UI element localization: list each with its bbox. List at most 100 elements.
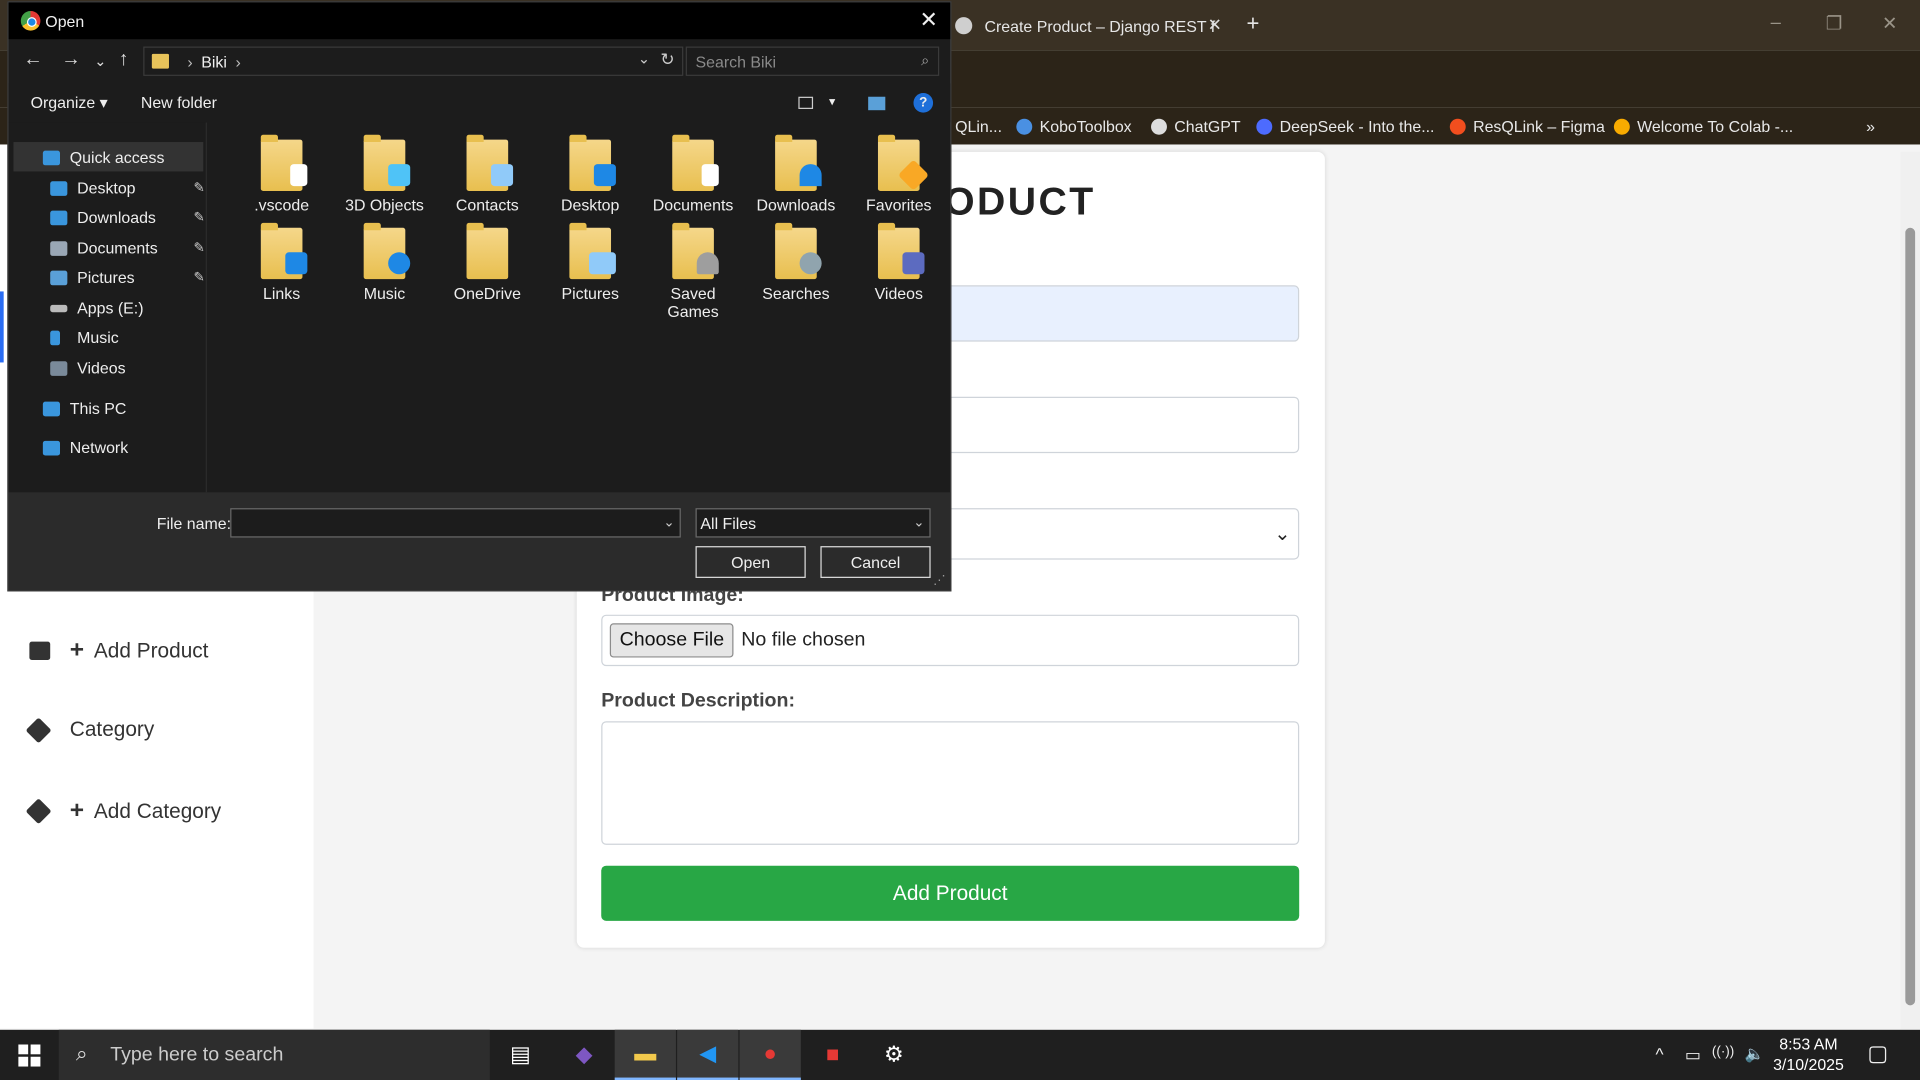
nav-videos[interactable]: Videos (50, 359, 126, 377)
pin-icon[interactable]: ✎ (193, 269, 204, 286)
refresh-icon[interactable]: ↻ (660, 49, 674, 70)
chevron-down-icon[interactable]: ⌄ (663, 514, 674, 531)
cancel-button[interactable]: Cancel (820, 546, 931, 578)
folder-item-documents[interactable]: Documents (645, 134, 741, 214)
open-button[interactable]: Open (695, 546, 806, 578)
nav-this-pc[interactable]: This PC (42, 399, 126, 418)
pin-icon[interactable]: ✎ (193, 180, 204, 196)
new-tab-button[interactable]: + (1247, 11, 1260, 37)
settings-icon[interactable]: ⚙ (863, 1030, 924, 1080)
folder-item-searches[interactable]: Searches (748, 222, 844, 302)
folder-icon (260, 134, 308, 192)
tray-overflow-icon[interactable]: ^ (1656, 1044, 1664, 1064)
tab-close-icon[interactable]: ✕ (1208, 15, 1222, 36)
minimize-button[interactable]: – (1771, 12, 1781, 33)
file-input[interactable]: Choose File No file chosen (601, 614, 1300, 667)
dialog-close-button[interactable]: ✕ (919, 7, 937, 33)
folder-item-3d-objects[interactable]: 3D Objects (337, 134, 433, 214)
taskbar-search-input[interactable]: ⌕ Type here to search (58, 1029, 490, 1080)
file-name-input[interactable]: ⌄ (230, 508, 681, 538)
bookmark-item[interactable]: Welcome To Colab -... (1613, 118, 1793, 136)
folder-item-links[interactable]: Links (234, 222, 330, 302)
taskbar-search-placeholder: Type here to search (110, 1043, 284, 1065)
nav-apps-drive[interactable]: Apps (E:) (50, 299, 143, 317)
chevron-down-icon[interactable]: ⌄ (638, 50, 650, 67)
file-explorer-icon[interactable]: ▬ (614, 1029, 676, 1080)
windows-start-icon[interactable] (18, 1044, 41, 1067)
resize-grip-icon[interactable]: ⋰ (933, 574, 945, 587)
folder-item-pictures[interactable]: Pictures (542, 222, 638, 302)
search-input[interactable]: Search Biki ⌕ (685, 46, 940, 76)
folder-item-favorites[interactable]: Favorites (851, 134, 947, 214)
view-dropdown-icon[interactable]: ▾ (829, 96, 835, 109)
colab-icon (1613, 118, 1630, 135)
back-icon[interactable]: ← (23, 49, 43, 71)
bookmark-item[interactable]: QLin... (955, 118, 1002, 136)
scrollbar-thumb[interactable] (1905, 227, 1916, 1006)
folder-icon (466, 134, 514, 192)
bookmarks-more-button[interactable]: » (1866, 118, 1875, 136)
breadcrumb-separator[interactable]: › (235, 52, 240, 70)
folder-icon (466, 222, 509, 280)
folder-item-videos[interactable]: Videos (851, 222, 947, 302)
system-clock[interactable]: 8:53 AM 3/10/2025 (1773, 1033, 1844, 1075)
search-icon: ⌕ (921, 51, 930, 69)
folder-item-music[interactable]: Music (337, 222, 433, 302)
folder-item-saved-games[interactable]: Saved Games (645, 222, 741, 321)
page-scrollbar[interactable] (1900, 151, 1920, 1030)
plus-icon: + (69, 636, 85, 664)
nav-network[interactable]: Network (42, 438, 128, 457)
address-bar[interactable]: › Biki › ⌄ ↻ (143, 46, 684, 76)
sidebar-item-add-product[interactable]: + Add Product (29, 637, 208, 665)
notifications-icon[interactable]: ▢ (1867, 1041, 1888, 1067)
organize-button[interactable]: Organize ▾ (31, 93, 108, 113)
close-window-button[interactable]: ✕ (1882, 12, 1897, 34)
preview-pane-icon[interactable] (868, 96, 886, 111)
sidebar-item-label: Add Category (93, 798, 222, 823)
figma-icon (1449, 118, 1466, 135)
folder-item-onedrive[interactable]: OneDrive (440, 222, 536, 302)
description-textarea[interactable] (601, 721, 1300, 845)
add-product-button[interactable]: Add Product (601, 865, 1300, 921)
up-icon[interactable]: ↑ (119, 49, 129, 71)
bookmark-item[interactable]: ResQLink – Figma (1449, 118, 1605, 136)
tag-icon (25, 716, 52, 743)
view-icon[interactable] (798, 96, 814, 109)
bookmark-item[interactable]: DeepSeek - Into the... (1256, 118, 1434, 136)
folder-item-desktop[interactable]: Desktop (542, 134, 638, 214)
chevron-down-icon: ⌄ (913, 515, 925, 531)
recent-locations-icon[interactable]: ⌄ (94, 53, 106, 70)
vscode-icon[interactable]: ◀ (677, 1029, 739, 1080)
help-icon[interactable]: ? (913, 93, 934, 113)
folder-item-downloads[interactable]: Downloads (748, 134, 844, 214)
browser-tab[interactable]: Create Product – Django REST f ✕ (943, 7, 1237, 44)
folder-icon (672, 222, 719, 280)
tab-favicon-icon (955, 17, 973, 35)
volume-muted-icon[interactable]: 🔈 (1745, 1044, 1765, 1064)
navigation-pane: Quick access Desktop ✎ Downloads ✎ Documen… (8, 122, 207, 493)
choose-file-button[interactable]: Choose File (609, 623, 734, 658)
task-view-icon[interactable]: ▤ (490, 1030, 551, 1080)
new-folder-button[interactable]: New folder (141, 93, 217, 111)
pin-icon[interactable]: ✎ (193, 209, 204, 226)
bookmark-item[interactable]: KoboToolbox (1016, 118, 1132, 136)
nav-quick-access[interactable]: Quick access (42, 148, 164, 167)
bookmark-item[interactable]: ChatGPT (1151, 118, 1241, 136)
wifi-icon[interactable]: ((·)) (1712, 1044, 1734, 1059)
folder-item-vscode[interactable]: .vscode (234, 134, 330, 214)
copilot-icon[interactable]: ◆ (553, 1030, 614, 1080)
folder-icon (775, 134, 822, 192)
nav-music[interactable]: Music (50, 328, 119, 347)
sidebar-item-category[interactable]: Category (25, 716, 154, 743)
restore-button[interactable]: ❐ (1826, 12, 1842, 34)
folder-item-contacts[interactable]: Contacts (440, 134, 536, 214)
file-type-select[interactable]: All Files ⌄ (695, 508, 931, 538)
computer-icon (42, 401, 61, 416)
chrome-icon[interactable]: ● (739, 1029, 801, 1080)
red-app-icon[interactable]: ■ (802, 1030, 863, 1080)
forward-icon[interactable]: → (61, 49, 81, 71)
battery-icon[interactable]: ▭ (1685, 1044, 1701, 1065)
breadcrumb-biki[interactable]: Biki (201, 52, 227, 70)
pin-icon[interactable]: ✎ (193, 240, 204, 256)
sidebar-item-add-category[interactable]: + Add Category (25, 797, 222, 825)
